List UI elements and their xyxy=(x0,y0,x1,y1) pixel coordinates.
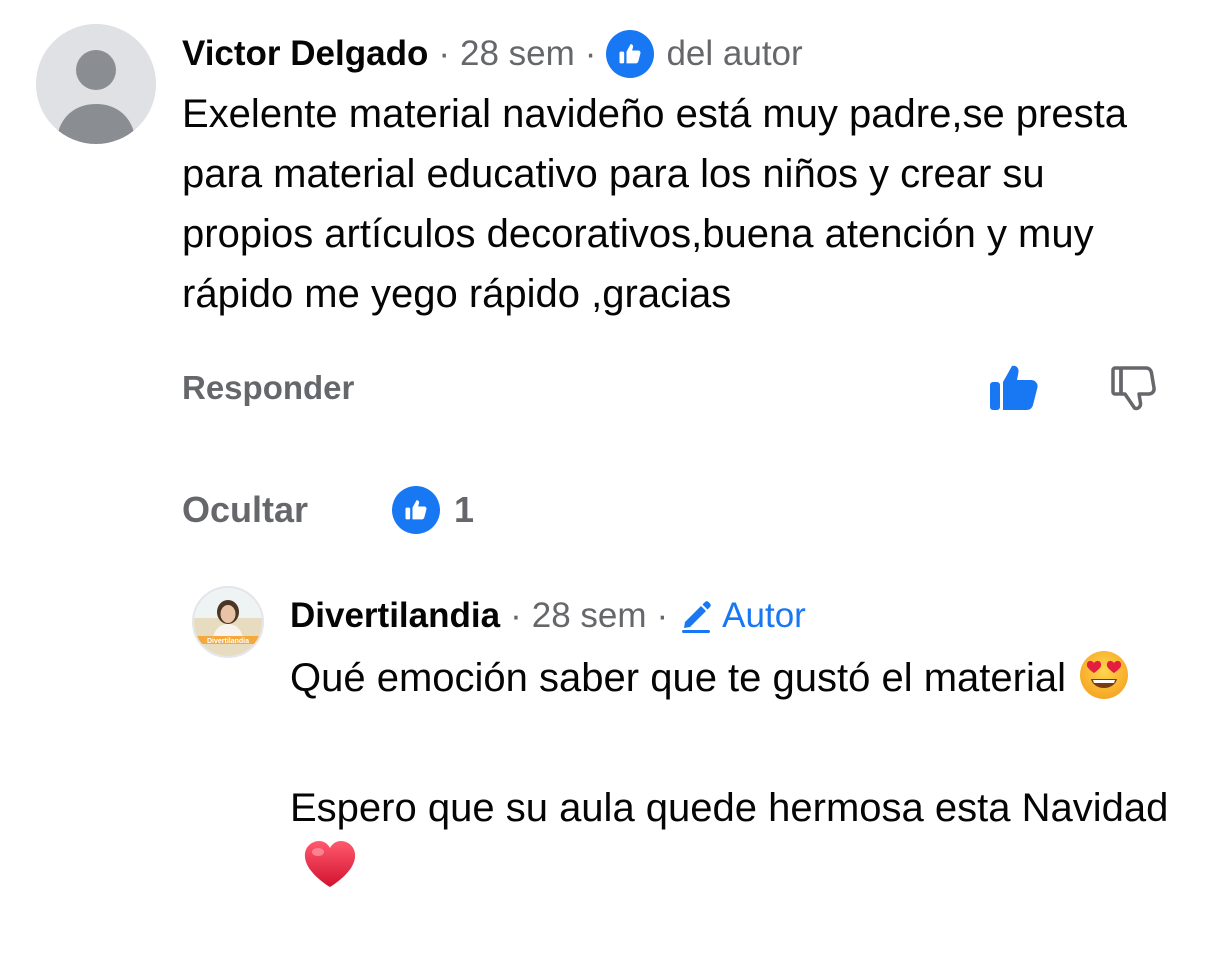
pencil-icon xyxy=(682,601,711,633)
profile-photo: Divertilandia xyxy=(194,588,262,656)
svg-text:Divertilandia: Divertilandia xyxy=(207,638,249,645)
author-badge: Autor xyxy=(678,596,806,636)
reply-button[interactable]: Responder xyxy=(182,366,354,410)
meta-separator: · xyxy=(656,596,669,635)
commenter-avatar[interactable] xyxy=(36,24,156,144)
thumbs-up-badge-icon xyxy=(606,30,655,78)
reaction-count: 1 xyxy=(454,489,475,530)
reply-timestamp[interactable]: 28 sem xyxy=(532,596,647,636)
reply-meta: Divertilandia · 28 sem · Autor xyxy=(290,592,806,640)
hide-replies-button[interactable]: Ocultar xyxy=(182,487,308,533)
default-user-avatar-icon xyxy=(36,24,156,144)
author-badge-label: Autor xyxy=(722,596,806,635)
red-heart-emoji xyxy=(302,839,358,908)
author-liked-label: del autor xyxy=(666,34,803,73)
reply-text: Qué emoción saber que te gustó el materi… xyxy=(290,648,1170,908)
meta-separator: · xyxy=(584,34,597,73)
like-button[interactable] xyxy=(986,362,1042,414)
replier-name[interactable]: Divertilandia xyxy=(290,596,500,636)
meta-separator: · xyxy=(438,34,451,73)
comment-meta: Victor Delgado · 28 sem · del autor xyxy=(182,30,803,78)
thumbs-up-badge-icon xyxy=(392,486,440,534)
reply-paragraph: Espero que su aula quede hermosa esta Na… xyxy=(290,778,1170,908)
commenter-name[interactable]: Victor Delgado xyxy=(182,34,428,74)
comment-timestamp[interactable]: 28 sem xyxy=(460,34,575,74)
dislike-button[interactable] xyxy=(1108,362,1158,414)
meta-separator: · xyxy=(510,596,522,635)
thumbs-down-outline-icon xyxy=(1111,366,1156,411)
reaction-summary[interactable]: 1 xyxy=(392,486,474,534)
comment-text: Exelente material navideño está muy padr… xyxy=(182,92,1127,316)
reply-paragraph: Qué emoción saber que te gustó el materi… xyxy=(290,648,1170,718)
thumbs-up-filled-icon xyxy=(990,365,1038,410)
heart-eyes-emoji xyxy=(1078,649,1130,718)
replier-avatar[interactable]: Divertilandia xyxy=(192,586,264,658)
